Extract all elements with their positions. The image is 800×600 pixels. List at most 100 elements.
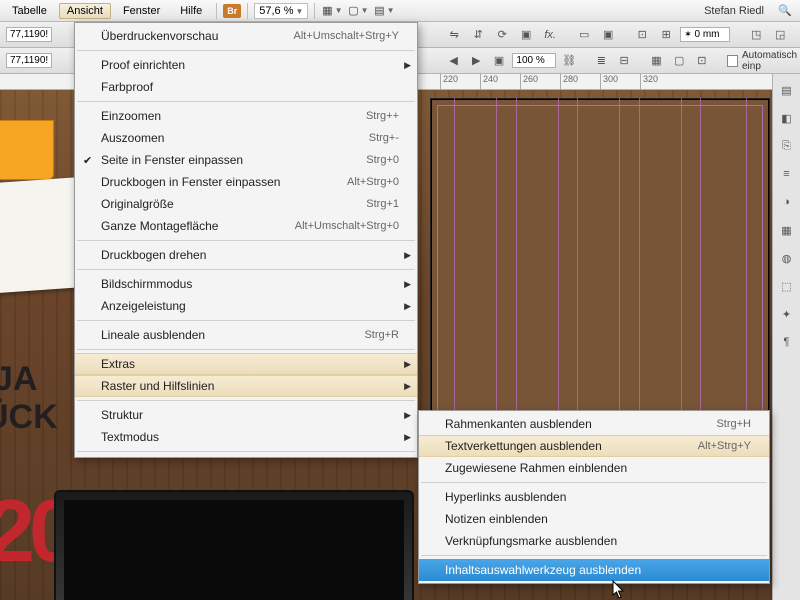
rotate-icon[interactable]: ⟳ (492, 26, 512, 44)
x-field[interactable]: 77,1190! (6, 27, 52, 42)
extras-submenu-item[interactable]: Hyperlinks ausblenden (419, 486, 769, 508)
corner-1-icon[interactable]: ◳ (746, 26, 766, 44)
menu-fenster[interactable]: Fenster (115, 3, 168, 19)
link-icon[interactable]: ⛓ (560, 52, 579, 70)
menu-item-label: Einzoomen (101, 109, 336, 123)
wrap-none-icon[interactable]: ▭ (574, 26, 594, 44)
extras-submenu-item[interactable]: Zugewiesene Rahmen einblenden (419, 457, 769, 479)
ruler-tick: 280 (560, 74, 578, 90)
menu-item-label: Zugewiesene Rahmen einblenden (445, 461, 751, 475)
screen-mode-icon[interactable]: ▢▼ (347, 2, 369, 20)
panel-stroke-icon[interactable]: ≡ (777, 164, 797, 184)
menu-separator (421, 482, 767, 483)
menu-accelerator: Strg+- (369, 132, 399, 144)
laptop-image (54, 490, 414, 600)
auto-fit-checkbox[interactable] (727, 55, 738, 67)
submenu-arrow-icon: ▶ (404, 279, 411, 290)
zoom-level[interactable]: 57,6 %▼ (254, 3, 308, 19)
view-options-icon[interactable]: ▦▼ (321, 2, 343, 20)
arrange-icon[interactable]: ▤▼ (373, 2, 395, 20)
menu-hilfe[interactable]: Hilfe (172, 3, 210, 19)
select-prev-icon[interactable]: ◀ (444, 52, 463, 70)
menu-separator (77, 320, 415, 321)
corner-3-icon[interactable]: ◱ (794, 26, 800, 44)
extras-submenu-item[interactable]: Notizen einblenden (419, 508, 769, 530)
ansicht-menu-item[interactable]: OriginalgrößeStrg+1 (75, 193, 417, 215)
inset-field[interactable]: ✶ 0 mm (680, 27, 730, 42)
menu-separator (77, 269, 415, 270)
panel-effects-icon[interactable]: ✦ (777, 304, 797, 324)
menu-separator (77, 240, 415, 241)
ansicht-menu-item[interactable]: Raster und Hilfslinien▶ (75, 375, 417, 397)
menu-accelerator: Alt+Strg+Y (698, 440, 751, 452)
ansicht-menu-item[interactable]: ✔Seite in Fenster einpassenStrg+0 (75, 149, 417, 171)
y-field[interactable]: 77,1190! (6, 53, 52, 68)
bridge-icon[interactable]: Br (223, 4, 241, 18)
submenu-arrow-icon: ▶ (404, 301, 411, 312)
flip-v-icon[interactable]: ⇵ (468, 26, 488, 44)
center-content-icon[interactable]: ▢ (670, 52, 689, 70)
select-container-icon[interactable]: ▣ (490, 52, 509, 70)
ansicht-menu-item[interactable]: ÜberdruckenvorschauAlt+Umschalt+Strg+Y (75, 25, 417, 47)
panel-gradient-icon[interactable]: ◍ (777, 248, 797, 268)
ansicht-menu-item[interactable]: Farbproof (75, 76, 417, 98)
ansicht-menu-item[interactable]: AuszoomenStrg+- (75, 127, 417, 149)
menu-item-label: Rahmenkanten ausblenden (445, 417, 686, 431)
wrap-skip-icon[interactable]: ⊟ (615, 52, 634, 70)
ansicht-menu-item[interactable]: Textmodus▶ (75, 426, 417, 448)
container-icon[interactable]: ▣ (516, 26, 536, 44)
menu-ansicht[interactable]: Ansicht (59, 3, 111, 19)
fit-frame-icon[interactable]: ⊡ (632, 26, 652, 44)
submenu-arrow-icon: ▶ (404, 410, 411, 421)
menu-separator (421, 555, 767, 556)
panel-object-icon[interactable]: ⬚ (777, 276, 797, 296)
extras-submenu-item[interactable]: Textverkettungen ausblenden Alt+Strg+Y (419, 435, 769, 457)
ansicht-menu-item[interactable]: Lineale ausblenden Strg+R (75, 324, 417, 346)
menu-item-label: Extras (101, 357, 399, 371)
fit-prop-icon[interactable]: ⊡ (693, 52, 712, 70)
panel-swatches-icon[interactable]: ▦ (777, 220, 797, 240)
menu-tabelle[interactable]: Tabelle (4, 3, 55, 19)
ruler-tick: 220 (440, 74, 458, 90)
menu-separator (77, 50, 415, 51)
submenu-arrow-icon: ▶ (404, 250, 411, 261)
wrap-jump-icon[interactable]: ≣ (592, 52, 611, 70)
scale-field[interactable]: 100 % (512, 53, 555, 68)
menu-item-label: Textverkettungen ausblenden (445, 439, 668, 453)
panel-paragraph-icon[interactable]: ¶ (777, 332, 797, 352)
fit-content-icon[interactable]: ⊞ (656, 26, 676, 44)
panel-links-icon[interactable]: ⎘ (777, 136, 797, 156)
ansicht-menu-item[interactable]: Druckbogen drehen▶ (75, 244, 417, 266)
menu-item-label: Lineale ausblenden (101, 328, 334, 342)
panel-layers-icon[interactable]: ◧ (777, 108, 797, 128)
submenu-arrow-icon: ▶ (404, 432, 411, 443)
panel-pages-icon[interactable]: ▤ (777, 80, 797, 100)
side-panel: ▤ ◧ ⎘ ≡ ◑ ▦ ◍ ⬚ ✦ ¶ (772, 74, 800, 600)
flip-h-icon[interactable]: ⇋ (444, 26, 464, 44)
submenu-arrow-icon: ▶ (404, 381, 411, 392)
ansicht-menu-item[interactable]: Anzeigeleistung▶ (75, 295, 417, 317)
extras-submenu-item[interactable]: Rahmenkanten ausblendenStrg+H (419, 413, 769, 435)
fill-frame-icon[interactable]: ▦ (647, 52, 666, 70)
menu-accelerator: Strg+R (364, 329, 399, 341)
menu-item-label: Verknüpfungsmarke ausblenden (445, 534, 751, 548)
ruler-tick: 300 (600, 74, 618, 90)
menu-accelerator: Strg++ (366, 110, 399, 122)
ansicht-menu-item[interactable]: Struktur▶ (75, 404, 417, 426)
wrap-around-icon[interactable]: ▣ (598, 26, 618, 44)
user-name[interactable]: Stefan Riedl (704, 5, 770, 17)
corner-2-icon[interactable]: ◲ (770, 26, 790, 44)
ansicht-menu-item[interactable]: Druckbogen in Fenster einpassenAlt+Strg+… (75, 171, 417, 193)
ansicht-menu-item[interactable]: Bildschirmmodus▶ (75, 273, 417, 295)
ansicht-menu-item[interactable]: Ganze MontageflächeAlt+Umschalt+Strg+0 (75, 215, 417, 237)
ansicht-menu-item[interactable]: Proof einrichten▶ (75, 54, 417, 76)
search-icon[interactable]: 🔍 (774, 2, 796, 20)
ansicht-menu-item[interactable]: Extras▶ (75, 353, 417, 375)
fx-icon[interactable]: fx. (540, 26, 560, 44)
extras-submenu-item[interactable]: Inhaltsauswahlwerkzeug ausblenden (419, 559, 769, 581)
ansicht-menu-item[interactable]: Einzoomen Strg++ (75, 105, 417, 127)
select-next-icon[interactable]: ▶ (467, 52, 486, 70)
extras-submenu-item[interactable]: Verknüpfungsmarke ausblenden (419, 530, 769, 552)
submenu-extras: Rahmenkanten ausblendenStrg+HTextverkett… (418, 410, 770, 584)
panel-color-icon[interactable]: ◑ (777, 192, 797, 212)
